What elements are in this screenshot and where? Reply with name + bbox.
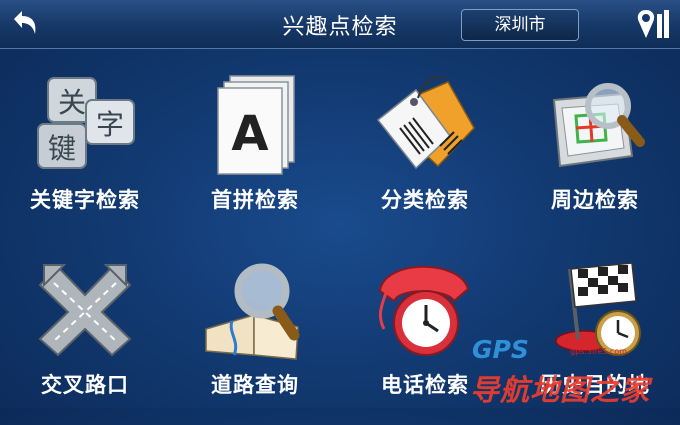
top-bar: 兴趣点检索 深圳市: [0, 0, 680, 49]
nearby-map-magnifier-icon: [552, 83, 645, 168]
tile-nearby-search[interactable]: 周边检索: [510, 60, 680, 240]
tile-category-search[interactable]: 分类检索: [340, 60, 510, 240]
intersection-arrows-icon: [38, 264, 132, 357]
map-view-button[interactable]: [636, 8, 672, 42]
back-button[interactable]: [6, 6, 42, 42]
key-char-1: 关: [58, 86, 86, 119]
tile-label: 分类检索: [381, 188, 469, 212]
tile-keyword-search[interactable]: 关 字 键 关键字检索: [0, 60, 170, 240]
tile-road-search[interactable]: 道路查询: [170, 245, 340, 425]
keyword-keys-icon: 关 字 键: [37, 77, 135, 169]
key-char-3: 键: [48, 132, 76, 165]
map-pin-icon: [637, 10, 669, 38]
tile-label: 关键字检索: [30, 188, 140, 212]
tile-intersection[interactable]: 交叉路口: [0, 245, 170, 425]
tile-label: 道路查询: [211, 373, 299, 397]
phone-clock-icon: [378, 265, 470, 356]
road-book-magnifier-icon: [205, 263, 300, 360]
tile-label: 周边检索: [551, 188, 639, 212]
checkered-flag-clock-icon: [555, 262, 641, 356]
key-char-2: 字: [96, 108, 124, 141]
tile-phone-search[interactable]: 电话检索: [340, 245, 510, 425]
tile-initial-search[interactable]: A 首拼检索: [170, 60, 340, 240]
tile-label: 电话检索: [381, 373, 469, 397]
tile-label: 历史目的地: [540, 373, 650, 397]
tile-label: 交叉路口: [41, 373, 129, 397]
category-tags-icon: [376, 75, 475, 170]
back-arrow-icon: [14, 11, 36, 34]
initial-letter-pages-icon: A: [217, 75, 295, 175]
tile-history-destination[interactable]: 历史目的地: [510, 245, 680, 425]
initial-letter: A: [231, 106, 268, 162]
tile-label: 首拼检索: [211, 188, 299, 212]
city-selector-button[interactable]: 深圳市: [461, 9, 579, 41]
